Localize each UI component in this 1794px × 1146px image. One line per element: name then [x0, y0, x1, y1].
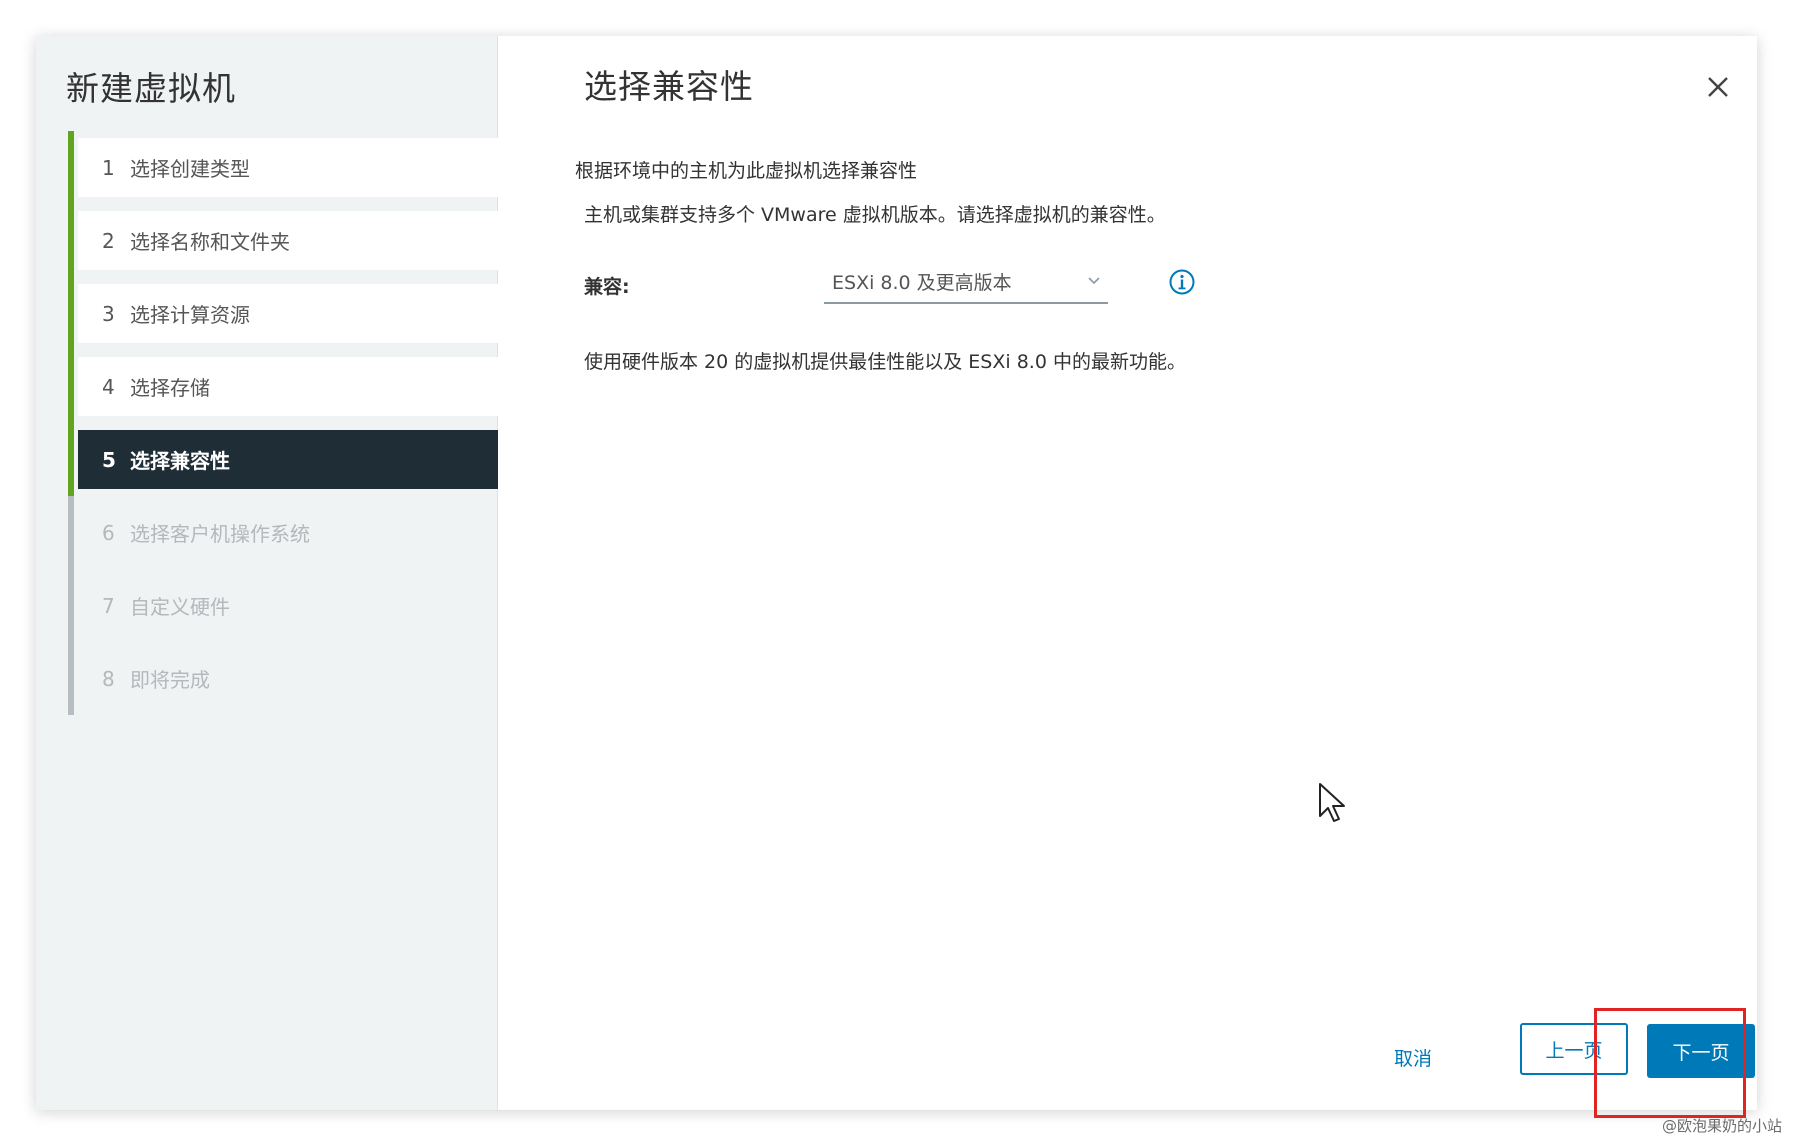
wizard-step-7: 7 自定义硬件: [68, 569, 498, 642]
step-label: 即将完成: [130, 668, 210, 692]
compatibility-select[interactable]: ESXi 8.0 及更高版本: [824, 260, 1108, 304]
hardware-version-note: 使用硬件版本 20 的虚拟机提供最佳性能以及 ESXi 8.0 中的最新功能。: [584, 351, 1186, 373]
step-label: 自定义硬件: [130, 595, 230, 619]
cancel-button[interactable]: 取消: [1388, 1042, 1438, 1072]
watermark: @欧泡果奶的小站: [1661, 1117, 1782, 1135]
step-number: 4: [102, 374, 115, 399]
wizard-step-6: 6 选择客户机操作系统: [68, 496, 498, 569]
step-number: 3: [102, 301, 115, 326]
step-label: 选择存储: [130, 376, 210, 400]
step-number: 5: [102, 447, 116, 472]
compatibility-value: ESXi 8.0 及更高版本: [832, 271, 1012, 294]
step-progress-bar: [68, 277, 74, 350]
wizard-step-8: 8 即将完成: [68, 642, 498, 715]
step-number: 6: [102, 520, 115, 545]
step-progress-bar: [68, 423, 74, 496]
close-icon: [1708, 77, 1728, 97]
page-description: 主机或集群支持多个 VMware 虚拟机版本。请选择虚拟机的兼容性。: [584, 204, 1166, 226]
next-button[interactable]: 下一页: [1647, 1024, 1755, 1078]
sidebar-title: 新建虚拟机: [66, 69, 236, 108]
close-button[interactable]: [1703, 72, 1733, 102]
step-number: 8: [102, 666, 115, 691]
page-title: 选择兼容性: [584, 67, 754, 106]
step-label: 选择名称和文件夹: [130, 230, 290, 254]
step-label: 选择计算资源: [130, 303, 250, 327]
info-icon[interactable]: [1168, 268, 1196, 296]
step-number: 1: [102, 155, 115, 180]
wizard-content: 选择兼容性 根据环境中的主机为此虚拟机选择兼容性 主机或集群支持多个 VMwar…: [498, 36, 1757, 1110]
wizard-step-3[interactable]: 3 选择计算资源: [68, 277, 498, 350]
step-label: 选择创建类型: [130, 157, 250, 181]
step-number: 2: [102, 228, 115, 253]
step-progress-bar: [68, 350, 74, 423]
step-progress-bar: [68, 569, 74, 642]
mouse-cursor-icon: [1318, 782, 1346, 824]
chevron-down-icon: [1088, 277, 1100, 285]
wizard-sidebar: 新建虚拟机 1 选择创建类型 2 选择名称和文件夹 3 选择计算资源 4 选择存…: [36, 36, 498, 1110]
step-progress-bar: [68, 642, 74, 715]
wizard-step-4[interactable]: 4 选择存储: [68, 350, 498, 423]
back-button[interactable]: 上一页: [1520, 1023, 1628, 1075]
step-label: 选择兼容性: [130, 449, 230, 473]
wizard-step-5[interactable]: 5 选择兼容性: [68, 423, 498, 496]
step-progress-bar: [68, 204, 74, 277]
wizard-step-2[interactable]: 2 选择名称和文件夹: [68, 204, 498, 277]
page-subtitle: 根据环境中的主机为此虚拟机选择兼容性: [575, 160, 918, 182]
wizard-steps: 1 选择创建类型 2 选择名称和文件夹 3 选择计算资源 4 选择存储 5 选择…: [68, 131, 498, 722]
step-label: 选择客户机操作系统: [130, 522, 310, 546]
step-progress-bar: [68, 496, 74, 569]
step-number: 7: [102, 593, 115, 618]
compatibility-label: 兼容:: [584, 276, 630, 298]
step-progress-bar: [68, 131, 74, 204]
new-vm-dialog: 新建虚拟机 1 选择创建类型 2 选择名称和文件夹 3 选择计算资源 4 选择存…: [36, 36, 1757, 1110]
wizard-step-1[interactable]: 1 选择创建类型: [68, 131, 498, 204]
